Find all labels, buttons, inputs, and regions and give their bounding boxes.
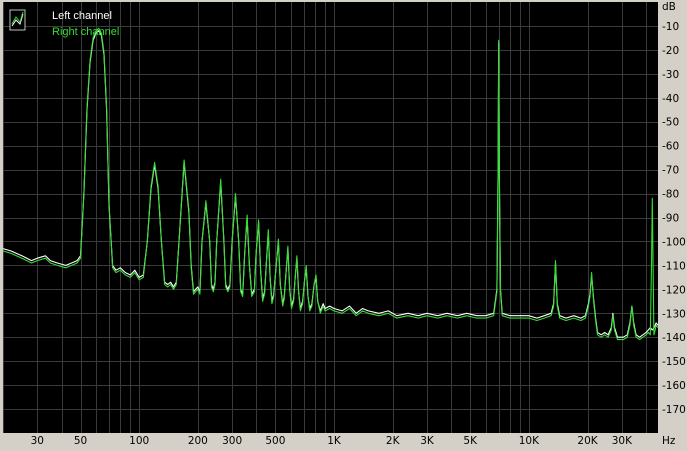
x-tick-label: 10K [519,435,540,447]
y-tick-label: -160 [662,380,686,392]
legend-right-label: Right channel [52,26,119,38]
y-tick-label: -90 [662,213,679,225]
y-tick-label: -100 [662,236,686,248]
y-tick-label: -170 [662,404,686,416]
plot-background [3,2,658,433]
spectrum-plot: Left channel Right channel dB -10 -20 -30 -… [2,1,686,447]
y-tick-label: -80 [662,189,679,201]
x-tick-label: 2K [386,435,401,447]
y-unit-label: dB [662,1,676,13]
y-tick-label: -10 [662,21,679,33]
y-tick-label: -60 [662,141,679,153]
x-tick-label: 500 [265,435,285,447]
x-tick-label: 5K [463,435,478,447]
x-tick-label: 300 [222,435,242,447]
x-tick-label: 200 [188,435,208,447]
y-tick-label: -150 [662,356,686,368]
x-tick-label: 50 [74,435,87,447]
y-tick-label: -20 [662,45,679,57]
x-tick-label: 1K [327,435,342,447]
y-tick-label: -110 [662,260,686,272]
x-tick-label: 30K [612,435,633,447]
spectrum-chart: Left channel Right channel dB -10 -20 -30 -… [0,0,687,451]
y-axis: dB -10 -20 -30 -40 -50 -60 -70 -80 -90 -100 -110 -1… [662,1,686,416]
x-tick-label: 3K [420,435,435,447]
y-tick-label: -120 [662,284,686,296]
x-axis: Hz 30 50 100 200 300 500 1K 2K 3K 5K 10K 20K 30K [31,435,676,447]
x-unit-label: Hz [662,435,676,447]
y-tick-label: -140 [662,332,686,344]
x-tick-label: 20K [577,435,598,447]
x-tick-label: 100 [129,435,149,447]
y-tick-label: -40 [662,93,679,105]
x-tick-label: 30 [31,435,44,447]
legend-left-label: Left channel [52,10,112,22]
y-tick-label: -50 [662,117,679,129]
y-tick-label: -130 [662,308,686,320]
y-tick-label: -70 [662,165,679,177]
y-tick-label: -30 [662,69,679,81]
